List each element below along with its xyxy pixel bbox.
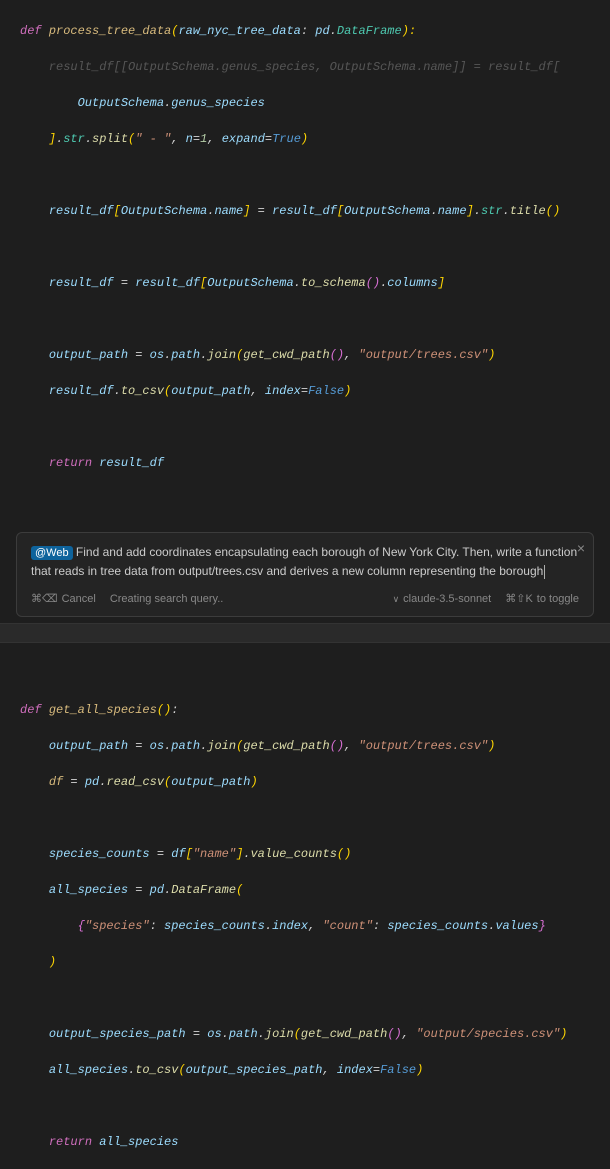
code-line: return result_df (20, 454, 610, 472)
code-line: def process_tree_data(raw_nyc_tree_data:… (20, 22, 610, 40)
code-line: output_path = os.path.join(get_cwd_path(… (20, 346, 610, 364)
prompt-input[interactable]: @Web Find and add coordinates encapsulat… (31, 543, 579, 580)
code-editor-bottom[interactable]: def get_all_species(): output_path = os.… (0, 643, 610, 1169)
section-separator (0, 623, 610, 643)
code-line: all_species = pd.DataFrame( (20, 881, 610, 899)
code-line: result_df.to_csv(output_path, index=Fals… (20, 382, 610, 400)
web-mention-chip[interactable]: @Web (31, 546, 73, 560)
prompt-footer: ⌘⌫ Cancel Creating search query.. ∨ clau… (31, 590, 579, 608)
code-line: OutputSchema.genus_species (20, 94, 610, 112)
text-cursor (544, 565, 545, 579)
code-line: df = pd.read_csv(output_path) (20, 773, 610, 791)
code-line: result_df = result_df[OutputSchema.to_sc… (20, 274, 610, 292)
close-icon[interactable]: × (577, 539, 585, 557)
status-text: Creating search query.. (110, 590, 224, 608)
code-line: {"species": species_counts.index, "count… (20, 917, 610, 935)
code-line: ) (20, 953, 610, 971)
code-line: all_species.to_csv(output_species_path, … (20, 1061, 610, 1079)
code-line: return all_species (20, 1133, 610, 1151)
code-line: def get_all_species(): (20, 701, 610, 719)
code-line: ].str.split(" - ", n=1, expand=True) (20, 130, 610, 148)
code-line: output_species_path = os.path.join(get_c… (20, 1025, 610, 1043)
toggle-hint: ⌘⇧K to toggle (505, 590, 579, 608)
code-editor-top[interactable]: def process_tree_data(raw_nyc_tree_data:… (0, 0, 610, 526)
code-line: result_df[OutputSchema.name] = result_df… (20, 202, 610, 220)
code-line: species_counts = df["name"].value_counts… (20, 845, 610, 863)
inline-prompt-box[interactable]: × @Web Find and add coordinates encapsul… (16, 532, 594, 617)
model-selector[interactable]: ∨ claude-3.5-sonnet (393, 590, 492, 608)
cancel-button[interactable]: ⌘⌫ Cancel (31, 590, 96, 608)
code-line-faded: result_df[[OutputSchema.genus_species, O… (20, 58, 610, 76)
prompt-text: Find and add coordinates encapsulating e… (31, 545, 577, 578)
code-line: output_path = os.path.join(get_cwd_path(… (20, 737, 610, 755)
